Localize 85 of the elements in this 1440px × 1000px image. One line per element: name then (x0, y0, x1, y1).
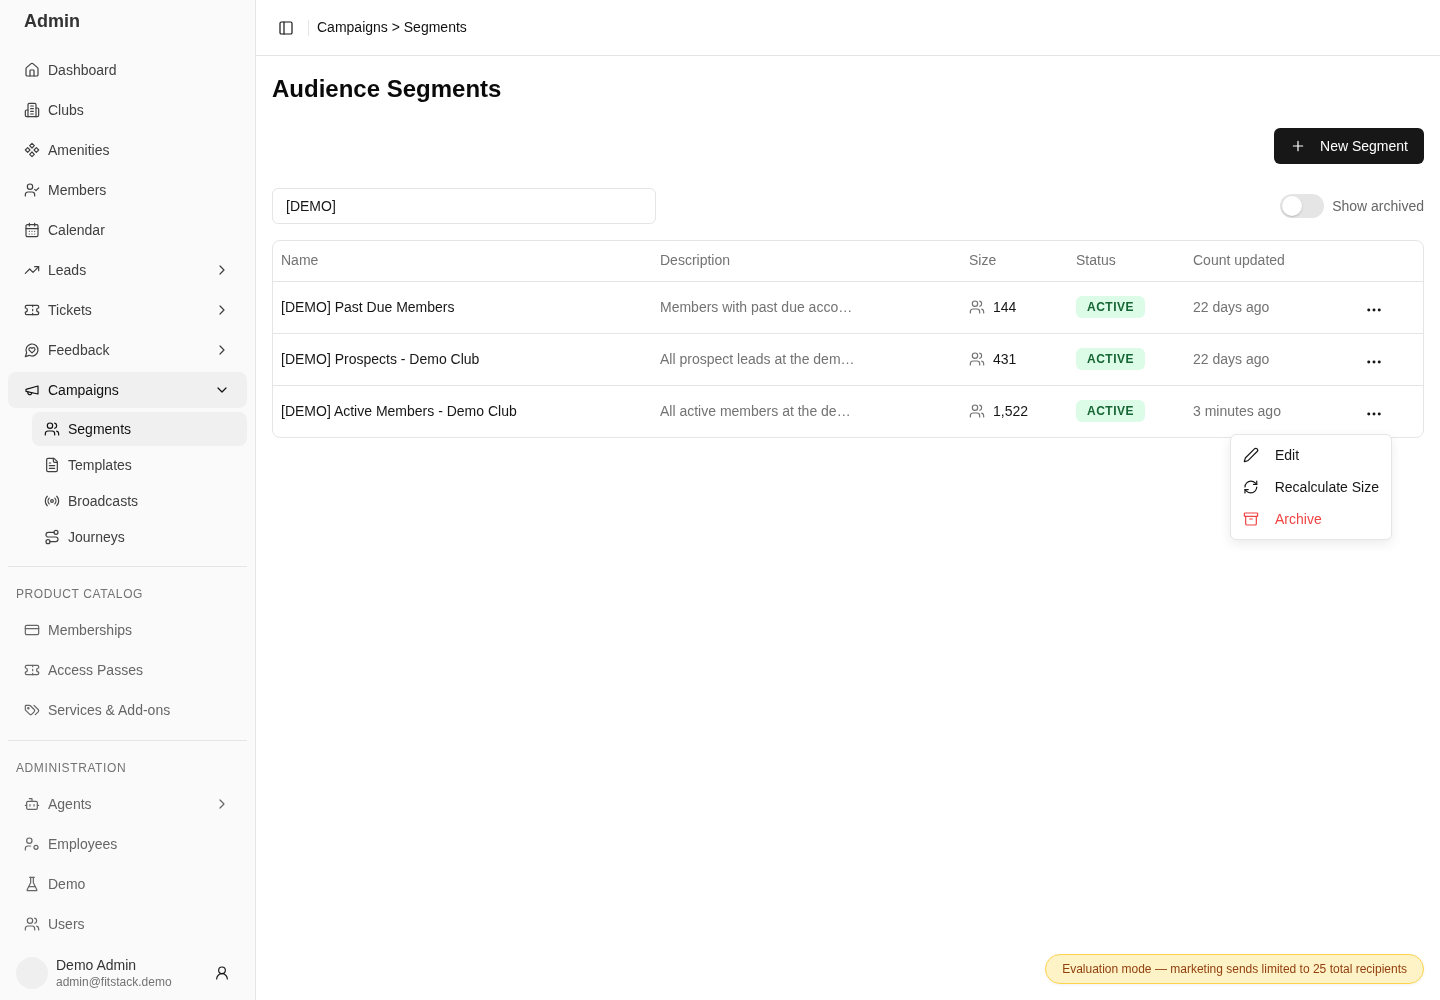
user-name: Demo Admin (56, 956, 138, 974)
document-icon (44, 457, 60, 473)
segment-name: [DEMO] Past Due Members (281, 298, 455, 315)
sub-nav-item[interactable]: Broadcasts (32, 484, 247, 518)
refresh-icon (1243, 479, 1259, 495)
evaluation-banner: Evaluation mode — marketing sends limited to 25 total recipients (1045, 954, 1424, 984)
users-icon (24, 916, 40, 932)
robot-icon (24, 796, 40, 812)
nav-item[interactable]: Memberships (8, 612, 247, 648)
building-icon (24, 102, 40, 118)
more-icon (1367, 359, 1381, 364)
nav-item[interactable]: Users (8, 906, 247, 942)
users-icon (969, 299, 985, 315)
calendar-icon (24, 222, 40, 238)
route-icon (44, 529, 60, 545)
more-icon (1367, 307, 1381, 312)
nav-item[interactable]: Campaigns (8, 372, 247, 408)
column-header: Name (281, 252, 319, 269)
column-header: Count updated (1193, 252, 1285, 269)
user-icon (214, 965, 230, 981)
column-header: Description (660, 252, 731, 269)
card-icon (24, 622, 40, 638)
status-badge: ACTIVE (1076, 348, 1145, 370)
search-field[interactable]: [DEMO] (272, 188, 656, 224)
count-updated: 3 minutes ago (1193, 402, 1281, 419)
segment-name: [DEMO] Prospects - Demo Club (281, 350, 480, 367)
nav-item[interactable]: Agents (8, 786, 247, 822)
megaphone-icon (24, 382, 40, 398)
segment-size: 144 (993, 297, 1017, 317)
page-title: Audience Segments (272, 74, 503, 104)
section-label: PRODUCT CATALOG (15, 586, 144, 603)
breadcrumb: Campaigns > Segments (317, 18, 467, 37)
user-email: admin@fitstack.demo (56, 974, 172, 990)
column-header: Status (1076, 252, 1116, 269)
users-icon (969, 403, 985, 420)
archive-icon (1243, 511, 1259, 527)
nav-item[interactable]: Calendar (8, 212, 247, 248)
segment-size: 1,522 (993, 401, 1029, 421)
nav-item[interactable]: Services & Add-ons (8, 692, 247, 728)
segment-description: All prospect leads at the dem… (660, 350, 855, 367)
nav-item[interactable]: Access Passes (8, 652, 247, 688)
count-updated: 22 days ago (1193, 350, 1270, 367)
menu-item[interactable]: Archive (1235, 503, 1387, 535)
nav-item[interactable]: Employees (8, 826, 247, 862)
segment-description: Members with past due acco… (660, 298, 853, 315)
more-icon (1367, 411, 1381, 416)
sidebar-title: Admin (23, 10, 80, 33)
count-updated: 22 days ago (1193, 298, 1270, 315)
user-check-icon (24, 182, 40, 198)
nav-item[interactable]: Amenities (8, 132, 247, 168)
menu-item[interactable]: Edit (1235, 439, 1387, 471)
nav-item[interactable]: Clubs (8, 92, 247, 128)
nav-item[interactable]: Leads (8, 252, 247, 288)
chat-heart-icon (24, 342, 40, 358)
sub-nav-item[interactable]: Journeys (32, 520, 247, 554)
user-ring-icon (24, 836, 40, 852)
segment-size: 431 (993, 349, 1017, 369)
nav-item[interactable]: Dashboard (8, 52, 247, 88)
diamonds-icon (24, 142, 40, 158)
nav-item[interactable]: Tickets (8, 292, 247, 328)
panel-left-icon (278, 19, 294, 36)
flask-icon (24, 876, 40, 892)
home-icon (24, 62, 40, 78)
pencil-icon (1243, 447, 1259, 463)
status-badge: ACTIVE (1076, 400, 1145, 423)
segment-name: [DEMO] Active Members - Demo Club (281, 402, 517, 419)
switch-label: Show archived (1332, 196, 1424, 216)
nav-item[interactable]: Demo (8, 866, 247, 902)
users-icon (969, 351, 985, 367)
section-label: ADMINISTRATION (15, 760, 128, 777)
users-icon (44, 421, 60, 437)
tags-icon (24, 702, 40, 718)
show-archived-switch[interactable] (1280, 194, 1325, 218)
segment-description: All active members at the de… (660, 402, 851, 419)
nav-item[interactable]: Members (8, 172, 247, 208)
sub-nav-item[interactable]: Segments (32, 412, 247, 446)
sub-nav-item[interactable]: Templates (32, 448, 247, 482)
ticket-icon (24, 302, 40, 318)
status-badge: ACTIVE (1076, 296, 1145, 318)
broadcast-icon (44, 493, 60, 509)
column-header: Size (969, 252, 997, 269)
ticket-icon (24, 662, 40, 678)
nav-item[interactable]: Feedback (8, 332, 247, 368)
menu-item[interactable]: Recalculate Size (1235, 471, 1387, 503)
new-segment-button[interactable]: New Segment (1274, 128, 1424, 164)
